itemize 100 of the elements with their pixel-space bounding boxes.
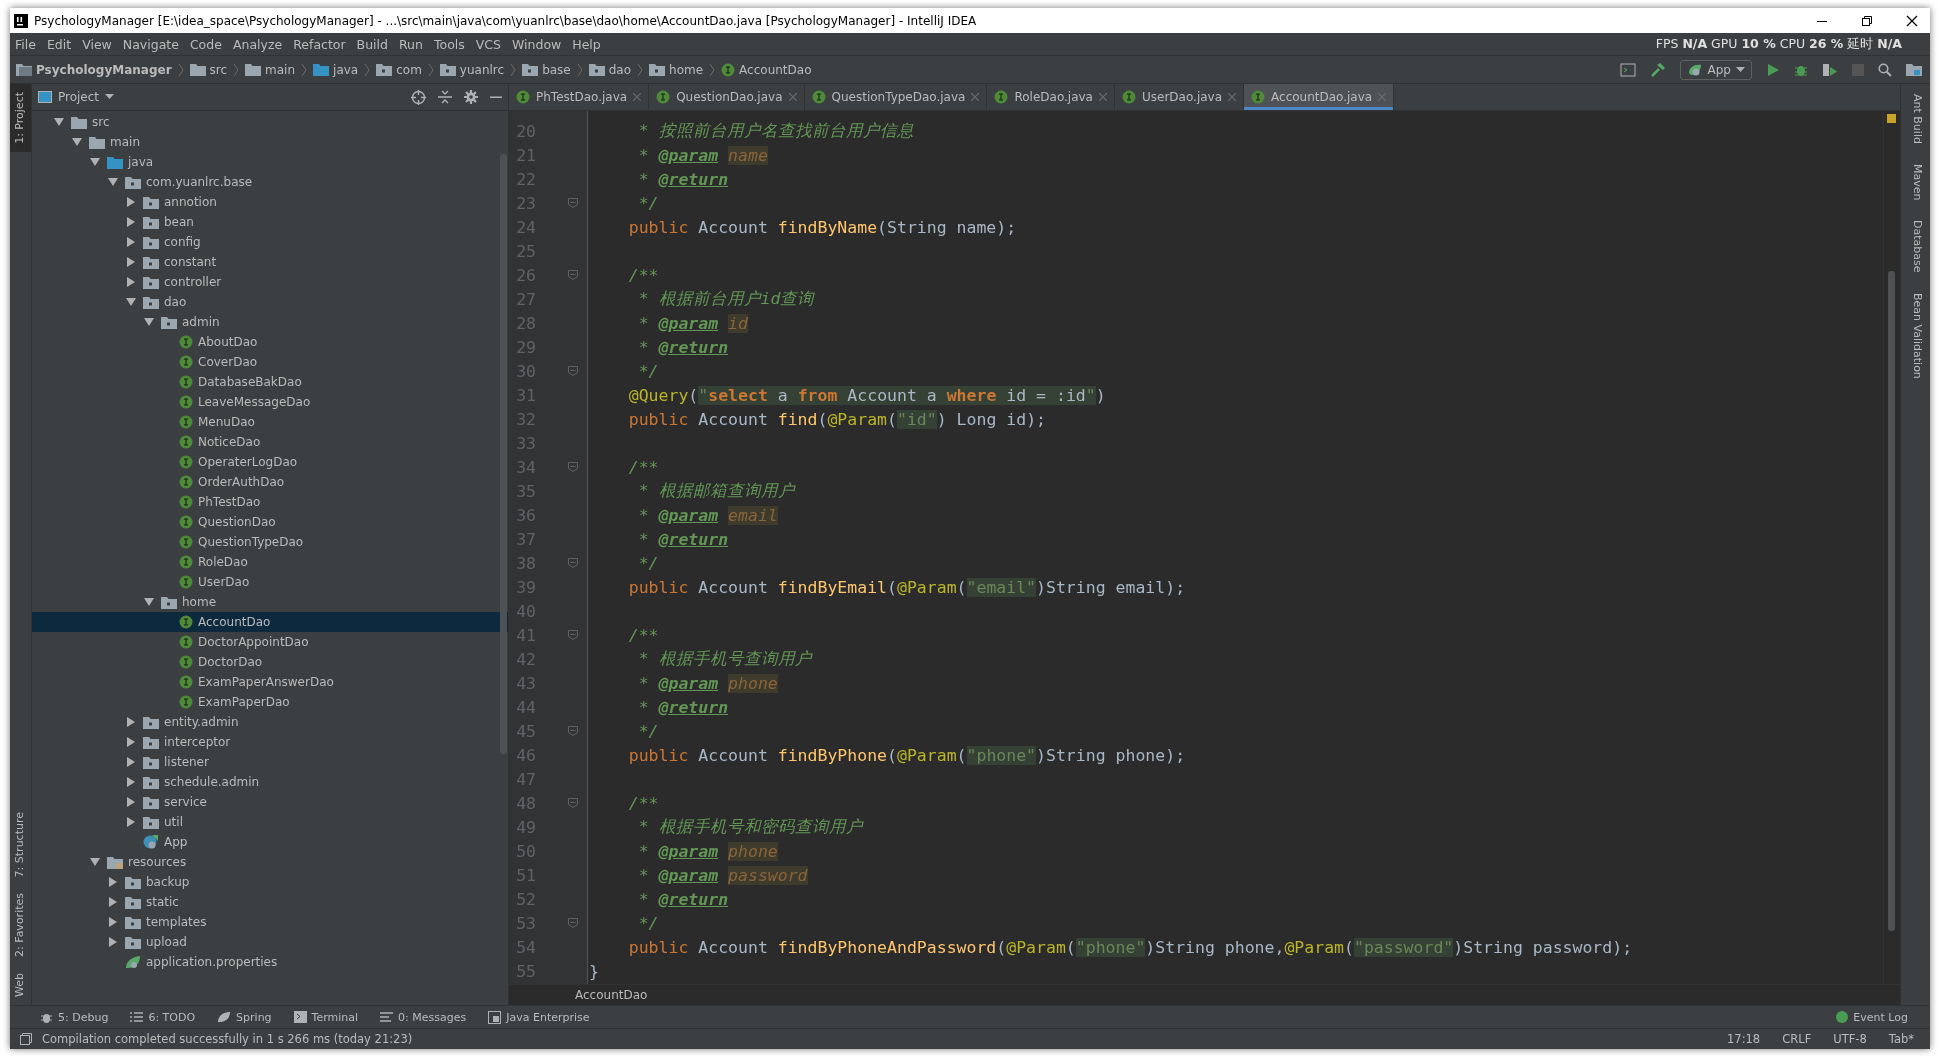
fold-marker-icon[interactable] [568,558,578,568]
collapse-arrow-icon[interactable] [72,137,82,147]
terminal-window-icon[interactable] [1619,62,1636,77]
event-log-tab[interactable]: Event Log [1836,1010,1908,1024]
tree-item[interactable]: templates [32,912,508,932]
expand-arrow-icon[interactable] [126,777,136,787]
settings-icon[interactable] [464,90,478,104]
tree-item[interactable]: CoverDao [32,352,508,372]
tree-item[interactable]: bean [32,212,508,232]
breadcrumb-item[interactable]: home [649,62,704,77]
breadcrumb-item[interactable]: src [189,62,228,77]
project-view-dropdown[interactable]: Project [38,90,115,104]
search-icon[interactable] [1878,62,1892,77]
tool-window-tab[interactable]: 5: Debug [40,1010,109,1024]
fold-marker-icon[interactable] [568,366,578,376]
line-separator[interactable]: CRLF [1776,1032,1818,1046]
tree-item[interactable]: DoctorAppointDao [32,632,508,652]
tree-item[interactable]: constant [32,252,508,272]
collapse-arrow-icon[interactable] [54,117,64,127]
menu-item[interactable]: Code [189,36,222,52]
menu-item[interactable]: Tools [433,36,465,52]
tree-item[interactable]: RoleDao [32,552,508,572]
locate-icon[interactable] [411,89,426,105]
tree-item[interactable]: src [32,112,508,132]
tree-item[interactable]: upload [32,932,508,952]
menu-item[interactable]: View [82,36,112,52]
menu-item[interactable]: Window [512,36,562,52]
expand-arrow-icon[interactable] [108,937,118,947]
tool-window-tab[interactable]: Bean Validation [1901,282,1930,389]
tree-item[interactable]: PhTestDao [32,492,508,512]
hammer-icon[interactable] [1649,61,1666,78]
tool-window-tab[interactable]: Terminal [293,1010,359,1024]
tree-item[interactable]: dao [32,292,508,312]
tree-item[interactable]: com.yuanlrc.base [32,172,508,192]
restore-icon[interactable] [1861,14,1873,27]
tool-window-tab[interactable]: Spring [217,1010,272,1024]
fold-marker-icon[interactable] [568,270,578,280]
tree-item[interactable]: DatabaseBakDao [32,372,508,392]
tool-window-tab[interactable]: 6: TODO [130,1010,196,1024]
fold-marker-icon[interactable] [568,726,578,736]
editor-tab[interactable]: AccountDao.java [1244,84,1395,110]
tree-item[interactable]: LeaveMessageDao [32,392,508,412]
tree-item[interactable]: controller [32,272,508,292]
breadcrumb-item[interactable]: yuanlrc [439,62,505,77]
tree-item[interactable]: AboutDao [32,332,508,352]
collapse-all-icon[interactable] [438,90,452,104]
breadcrumb-item[interactable]: dao [588,62,632,77]
scrollbar[interactable] [500,154,507,754]
menu-item[interactable]: Run [399,36,423,52]
tool-window-tab[interactable]: Web [10,965,31,1005]
tool-window-tab[interactable]: 7: Structure [10,803,31,886]
run-configuration-dropdown[interactable]: App [1679,59,1752,80]
menu-item[interactable]: Build [356,36,388,52]
editor-tab[interactable]: QuestionTypeDao.java [804,84,988,110]
breadcrumb-item[interactable]: PsychologyManager [16,62,172,77]
tree-item[interactable]: java [32,152,508,172]
expand-arrow-icon[interactable] [126,237,136,247]
collapse-arrow-icon[interactable] [144,597,154,607]
tree-item[interactable]: ExamPaperAnswerDao [32,672,508,692]
fold-marker-icon[interactable] [568,198,578,208]
menu-item[interactable]: Refactor [293,36,346,52]
tree-item[interactable]: MenuDao [32,412,508,432]
editor-tab[interactable]: RoleDao.java [987,84,1115,110]
menu-item[interactable]: Analyze [232,36,283,52]
expand-arrow-icon[interactable] [126,797,136,807]
tree-item[interactable]: AccountDao [32,612,508,632]
tree-item[interactable]: schedule.admin [32,772,508,792]
tree-item[interactable]: config [32,232,508,252]
tree-item[interactable]: service [32,792,508,812]
expand-arrow-icon[interactable] [126,217,136,227]
tree-item[interactable]: OperaterLogDao [32,452,508,472]
expand-arrow-icon[interactable] [126,757,136,767]
close-icon[interactable] [1906,14,1918,27]
breadcrumb-item[interactable]: AccountDao [721,62,812,77]
tree-item[interactable]: interceptor [32,732,508,752]
fold-marker-icon[interactable] [568,630,578,640]
editor-tab[interactable]: PhTestDao.java [509,84,650,110]
fold-marker-icon[interactable] [568,798,578,808]
expand-arrow-icon[interactable] [126,257,136,267]
coverage-icon[interactable] [1822,62,1838,77]
fold-marker-icon[interactable] [568,918,578,928]
breadcrumb-item[interactable]: base [522,62,571,77]
menu-item[interactable]: File [15,36,36,52]
breadcrumb-item[interactable]: java [313,62,359,77]
expand-arrow-icon[interactable] [126,737,136,747]
tree-item[interactable]: util [32,812,508,832]
tree-item[interactable]: OrderAuthDao [32,472,508,492]
tree-item[interactable]: resources [32,852,508,872]
breadcrumb-item[interactable]: com [376,62,422,77]
tool-window-tab[interactable]: 2: Favorites [10,885,31,965]
collapse-arrow-icon[interactable] [144,317,154,327]
panel-toggle-icon[interactable] [20,1033,32,1045]
tool-window-tab[interactable]: Java Enterprise [488,1010,590,1024]
file-encoding[interactable]: UTF-8 [1827,1032,1873,1046]
menu-item[interactable]: VCS [475,36,501,52]
expand-arrow-icon[interactable] [126,197,136,207]
tree-item[interactable]: admin [32,312,508,332]
tree-item[interactable]: backup [32,872,508,892]
tree-item[interactable]: UserDao [32,572,508,592]
run-icon[interactable] [1766,62,1780,77]
